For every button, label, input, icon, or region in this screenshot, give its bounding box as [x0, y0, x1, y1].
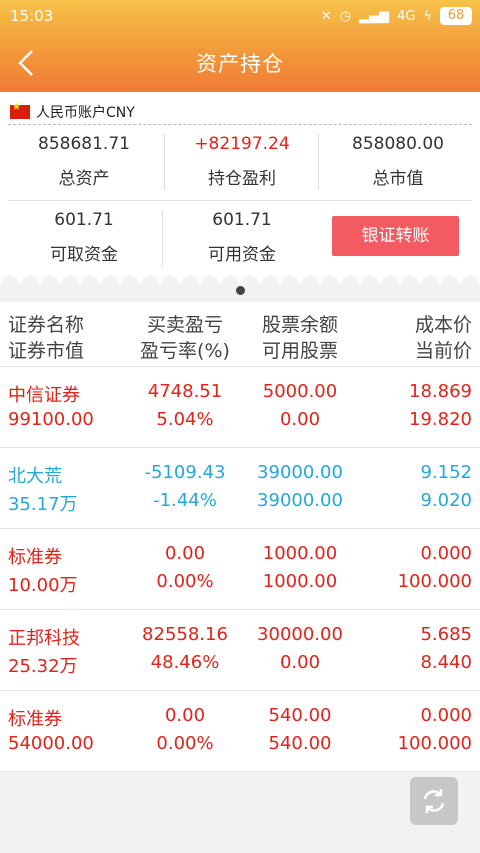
stock-cost: 0.000: [420, 705, 472, 726]
alarm-icon: ◷: [339, 8, 352, 24]
battery-icon: 68: [440, 7, 472, 25]
total-assets-label: 总资产: [58, 169, 110, 189]
stock-balance: 30000.00: [257, 624, 343, 645]
china-flag-icon: [10, 102, 30, 119]
withdrawable-label: 可取资金: [50, 245, 118, 265]
withdrawable-funds: 601.71 可取资金: [4, 210, 164, 265]
market-value: 858080.00 总市值: [318, 134, 478, 189]
market-value-label: 总市值: [372, 169, 424, 189]
refresh-button[interactable]: [410, 777, 458, 825]
available-label: 可用资金: [208, 245, 276, 265]
stock-pnl-rate: 5.04%: [156, 409, 214, 430]
table-row[interactable]: 标准券 10.00万 0.00 0.00% 1000.00 1000.00 0.…: [0, 529, 480, 610]
stock-pnl-rate: 0.00%: [156, 571, 214, 592]
position-pnl: +82197.24 持仓盈利: [162, 134, 322, 189]
stock-available: 0.00: [279, 652, 321, 673]
total-assets-value: 858681.71: [38, 134, 130, 154]
account-currency: 人民币账户CNY: [36, 105, 135, 121]
available-value: 601.71: [212, 210, 272, 230]
signal-icon: ▂▄▆: [359, 8, 390, 24]
stock-price: 19.820: [409, 409, 472, 430]
stock-price: 8.440: [420, 652, 472, 673]
stock-name: 标准券: [8, 709, 62, 730]
stock-cost: 5.685: [420, 624, 472, 645]
stock-available: 540.00: [268, 733, 332, 754]
stock-available: 1000.00: [262, 571, 338, 592]
account-label: 人民币账户CNY: [10, 102, 135, 122]
stock-value: 54000.00: [8, 733, 94, 754]
charging-icon: ϟ: [423, 8, 432, 24]
bank-transfer-button[interactable]: 银证转账: [332, 216, 459, 256]
stock-value: 99100.00: [8, 409, 94, 430]
table-row[interactable]: 北大荒 35.17万 -5109.43 -1.44% 39000.00 3900…: [0, 448, 480, 529]
stock-pnl-rate: 0.00%: [156, 733, 214, 754]
table-header: 证券名称 证券市值 买卖盈亏 盈亏率(%) 股票余额 可用股票 成本价 当前价: [0, 302, 480, 367]
stock-name: 标准券: [8, 547, 62, 568]
position-pnl-label: 持仓盈利: [208, 169, 276, 189]
stock-value: 25.32万: [8, 656, 78, 677]
table-row[interactable]: 中信证券 99100.00 4748.51 5.04% 5000.00 0.00…: [0, 367, 480, 448]
stock-cost: 18.869: [409, 381, 472, 402]
stock-balance: 1000.00: [262, 543, 338, 564]
header-available: 可用股票: [261, 340, 338, 362]
stock-balance: 39000.00: [257, 462, 343, 483]
top-bar: 15:03 ✕ ◷ ▂▄▆ 4G ϟ 68 资产持仓: [0, 0, 480, 92]
stock-price: 100.000: [397, 571, 472, 592]
header-market-value: 证券市值: [8, 340, 85, 362]
status-icons: ✕ ◷ ▂▄▆ 4G ϟ 68: [321, 7, 472, 25]
stock-price: 100.000: [397, 733, 472, 754]
total-assets: 858681.71 总资产: [4, 134, 164, 189]
page-indicator-dot: [236, 286, 245, 295]
stock-available: 0.00: [279, 409, 321, 430]
stock-pnl-rate: -1.44%: [153, 490, 217, 511]
stock-value: 10.00万: [8, 575, 78, 596]
header-pnl-rate: 盈亏率(%): [140, 340, 230, 362]
stock-pnl-rate: 48.46%: [150, 652, 220, 673]
network-type: 4G: [397, 8, 416, 24]
stock-cost: 0.000: [420, 543, 472, 564]
stock-name: 北大荒: [8, 466, 62, 487]
stock-pnl: 4748.51: [147, 381, 223, 402]
header: 资产持仓: [0, 32, 480, 92]
market-value-value: 858080.00: [352, 134, 444, 154]
stock-available: 39000.00: [257, 490, 343, 511]
holdings-table: 证券名称 证券市值 买卖盈亏 盈亏率(%) 股票余额 可用股票 成本价 当前价 …: [0, 302, 480, 772]
stock-balance: 5000.00: [262, 381, 338, 402]
status-bar: 15:03 ✕ ◷ ▂▄▆ 4G ϟ 68: [0, 0, 480, 32]
page-title: 资产持仓: [196, 52, 284, 76]
mute-icon: ✕: [320, 8, 332, 24]
stock-name: 中信证券: [8, 385, 80, 406]
stock-name: 正邦科技: [8, 628, 80, 649]
table-row[interactable]: 正邦科技 25.32万 82558.16 48.46% 30000.00 0.0…: [0, 610, 480, 691]
position-pnl-value: +82197.24: [194, 134, 290, 154]
status-time: 15:03: [10, 7, 54, 25]
table-row[interactable]: 标准券 54000.00 0.00 0.00% 540.00 540.00 0.…: [0, 691, 480, 772]
header-name: 证券名称: [8, 314, 85, 336]
header-price: 当前价: [414, 340, 472, 362]
divider: [8, 124, 472, 125]
scalloped-edge: [0, 272, 480, 284]
stock-value: 35.17万: [8, 494, 78, 515]
stock-price: 9.020: [420, 490, 472, 511]
header-pnl: 买卖盈亏: [146, 314, 223, 336]
available-funds: 601.71 可用资金: [162, 210, 322, 265]
refresh-icon: [423, 789, 445, 813]
divider: [8, 200, 472, 201]
header-cost: 成本价: [414, 314, 472, 336]
stock-pnl: 0.00: [164, 543, 206, 564]
account-panel: 人民币账户CNY 858681.71 总资产 +82197.24 持仓盈利 85…: [0, 92, 480, 272]
stock-pnl: 0.00: [164, 705, 206, 726]
withdrawable-value: 601.71: [54, 210, 114, 230]
stock-cost: 9.152: [420, 462, 472, 483]
stock-pnl: -5109.43: [144, 462, 226, 483]
stock-pnl: 82558.16: [142, 624, 228, 645]
stock-balance: 540.00: [268, 705, 332, 726]
header-balance: 股票余额: [261, 314, 338, 336]
